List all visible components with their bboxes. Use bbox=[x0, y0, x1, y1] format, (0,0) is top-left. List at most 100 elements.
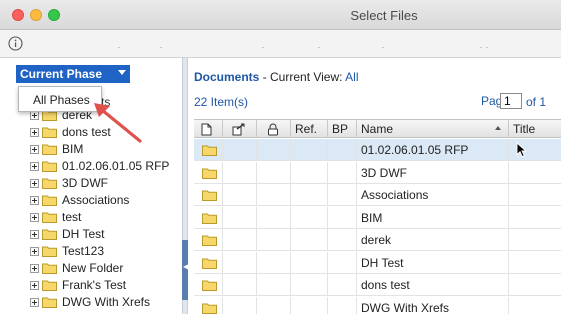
table-cell bbox=[328, 229, 357, 251]
window-title: Select Files bbox=[350, 8, 418, 23]
table-cell bbox=[257, 139, 291, 161]
info-icon[interactable] bbox=[8, 36, 23, 51]
expand-icon[interactable] bbox=[30, 264, 39, 273]
table-cell bbox=[223, 206, 257, 229]
folder-icon bbox=[202, 167, 217, 179]
table-row[interactable]: 01.02.06.01.05 RFP bbox=[194, 139, 561, 161]
column-header-name[interactable]: Name bbox=[357, 120, 509, 138]
tree-item-label: Frank's Test bbox=[62, 278, 127, 292]
expand-icon[interactable] bbox=[30, 230, 39, 239]
folder-icon bbox=[42, 160, 57, 172]
tree-item-label: New Folder bbox=[62, 261, 124, 275]
table-cell bbox=[509, 162, 561, 184]
expand-icon[interactable] bbox=[30, 162, 39, 171]
tree-item-label: DH Test bbox=[62, 227, 105, 241]
maximize-window-button[interactable] bbox=[48, 9, 60, 21]
table-row[interactable]: 3D DWF bbox=[194, 161, 561, 184]
table-cell-type bbox=[194, 274, 223, 296]
table-cell bbox=[509, 252, 561, 274]
expand-icon[interactable] bbox=[30, 179, 39, 188]
documents-title: Documents bbox=[194, 70, 260, 84]
folder-icon bbox=[202, 257, 217, 269]
expand-icon[interactable] bbox=[30, 111, 39, 120]
table-cell bbox=[328, 161, 357, 184]
table-cell-type bbox=[194, 139, 223, 161]
table-row[interactable]: DH Test bbox=[194, 251, 561, 274]
table-row[interactable]: BIM bbox=[194, 206, 561, 229]
table-cell bbox=[509, 184, 561, 206]
documents-heading: Documents - Current View: All bbox=[194, 70, 359, 84]
table-row[interactable]: DWG With Xrefs bbox=[194, 296, 561, 314]
folder-icon bbox=[202, 212, 217, 224]
table-cell bbox=[291, 184, 328, 206]
table-cell bbox=[291, 139, 328, 161]
expand-icon[interactable] bbox=[30, 128, 39, 137]
tree-item-label: Test123 bbox=[62, 244, 105, 258]
table-cell bbox=[257, 274, 291, 296]
table-cell bbox=[223, 229, 257, 251]
table-cell bbox=[257, 161, 291, 184]
folder-icon bbox=[42, 262, 57, 274]
folder-icon bbox=[202, 234, 217, 246]
table-row[interactable]: dons test bbox=[194, 274, 561, 296]
table-cell bbox=[328, 139, 357, 161]
folder-icon bbox=[202, 302, 217, 314]
table-cell-name: DH Test bbox=[357, 251, 509, 274]
column-header-ref[interactable]: Ref. bbox=[291, 120, 328, 138]
expand-icon[interactable] bbox=[30, 281, 39, 290]
table-cell bbox=[223, 161, 257, 184]
folder-icon bbox=[42, 228, 57, 240]
column-header-title[interactable]: Title bbox=[509, 120, 561, 138]
item-count: 22 Item(s) bbox=[194, 95, 249, 109]
table-cell-type bbox=[194, 251, 223, 274]
table-cell-name: Associations bbox=[357, 184, 509, 206]
table-cell-type bbox=[194, 161, 223, 184]
folder-icon bbox=[42, 279, 57, 291]
close-window-button[interactable] bbox=[12, 9, 24, 21]
current-view-link[interactable]: All bbox=[345, 70, 358, 84]
page-number-input[interactable] bbox=[500, 93, 522, 109]
tree-item-label: DWG With Xrefs bbox=[62, 295, 151, 309]
minimize-window-button[interactable] bbox=[30, 9, 42, 21]
folder-icon bbox=[42, 177, 57, 189]
table-cell bbox=[328, 184, 357, 206]
folder-icon bbox=[202, 189, 217, 201]
current-view-prefix: - Current View: bbox=[259, 70, 346, 84]
expand-icon[interactable] bbox=[30, 298, 39, 307]
table-cell-name: BIM bbox=[357, 206, 509, 229]
mouse-cursor-icon bbox=[516, 142, 528, 158]
expand-icon[interactable] bbox=[30, 145, 39, 154]
table-row[interactable]: Associations bbox=[194, 184, 561, 206]
column-header-name-label: Name bbox=[361, 122, 394, 136]
table-cell bbox=[291, 161, 328, 184]
table-cell-name: dons test bbox=[357, 274, 509, 296]
table-cell-type bbox=[194, 206, 223, 229]
folder-icon bbox=[42, 296, 57, 308]
table-row[interactable]: derek bbox=[194, 229, 561, 251]
table-cell bbox=[328, 251, 357, 274]
folder-icon bbox=[202, 144, 217, 156]
current-phase-dropdown[interactable]: Current Phase bbox=[16, 65, 130, 83]
table-cell bbox=[257, 296, 291, 314]
column-header-bp[interactable]: BP bbox=[328, 120, 357, 138]
folder-icon bbox=[42, 245, 57, 257]
lock-icon[interactable] bbox=[257, 120, 291, 138]
table-cell bbox=[291, 296, 328, 314]
select-files-window: Select Files Current Phase ts All Phases… bbox=[0, 0, 561, 314]
document-icon[interactable] bbox=[194, 120, 223, 138]
table-cell bbox=[257, 184, 291, 206]
table-cell bbox=[257, 206, 291, 229]
table-cell-type bbox=[194, 296, 223, 314]
table-cell-type bbox=[194, 184, 223, 206]
expand-icon[interactable] bbox=[30, 247, 39, 256]
expand-icon[interactable] bbox=[30, 196, 39, 205]
expand-icon[interactable] bbox=[30, 213, 39, 222]
checkout-icon[interactable] bbox=[223, 120, 257, 138]
table-cell-name: derek bbox=[357, 229, 509, 251]
tree-item-label: 01.02.06.01.05 RFP bbox=[62, 159, 170, 173]
table-cell bbox=[328, 206, 357, 229]
table-cell bbox=[223, 251, 257, 274]
folder-tree-pane: Current Phase ts All Phases derek dons te… bbox=[0, 58, 183, 314]
folder-icon bbox=[202, 279, 217, 291]
current-phase-label: Current Phase bbox=[20, 67, 103, 81]
